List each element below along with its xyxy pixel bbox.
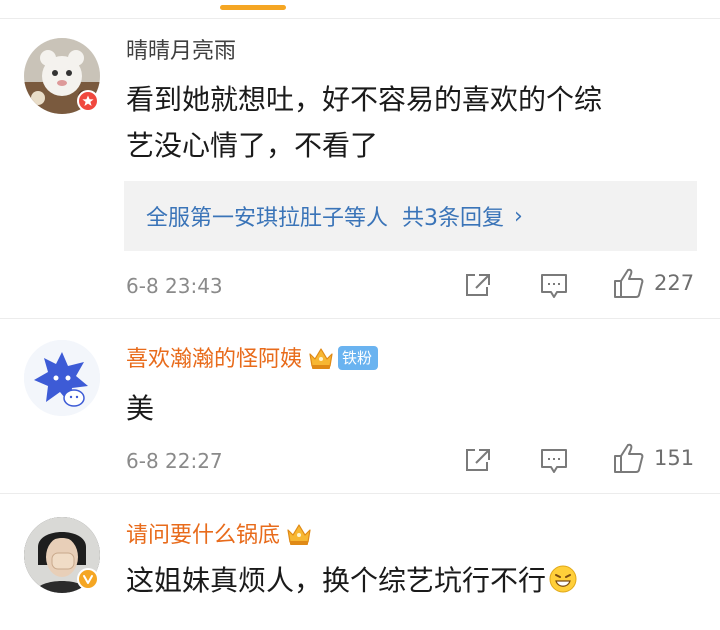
username[interactable]: 请问要什么锅底: [126, 523, 280, 548]
timestamp: 6-8 22:27: [126, 449, 223, 473]
comment-text-line: 美: [126, 392, 155, 425]
username-row: 喜欢瀚瀚的怪阿姨 铁粉: [126, 346, 379, 374]
grin-emoji-icon: [549, 565, 577, 593]
comment-icon: [541, 449, 567, 473]
comment-icon: [541, 274, 567, 298]
avatar[interactable]: [24, 340, 100, 416]
comment-text-line: 这姐妹真烦人，换个综艺坑行不行: [126, 558, 578, 604]
fan-badge-label: 铁粉: [342, 349, 373, 367]
share-button[interactable]: [464, 447, 492, 473]
share-icon: [466, 449, 490, 471]
chevron-right-icon: ›: [514, 203, 523, 229]
comment-text-line: 艺没心情了，不看了: [126, 129, 379, 162]
username-row: 请问要什么锅底: [126, 522, 312, 550]
timestamp: 6-8 23:43: [126, 274, 223, 298]
username[interactable]: 晴晴月亮雨: [126, 38, 236, 66]
share-button[interactable]: [464, 272, 492, 298]
crown-icon: [287, 524, 311, 545]
comment-text-line: 看到她就想吐，好不容易的喜欢的个综: [126, 83, 603, 116]
comment-text: 这姐妹真烦人，换个综艺坑行不行: [126, 564, 547, 597]
reply-count: 共3条回复: [402, 206, 505, 231]
reply-names: 全服第一安琪拉肚子等人: [146, 206, 389, 231]
divider: [0, 493, 720, 494]
comment-button[interactable]: [540, 272, 568, 300]
vip-badge-icon: [77, 90, 99, 112]
view-replies-button[interactable]: 全服第一安琪拉肚子等人 共3条回复 ›: [124, 181, 697, 251]
crown-icon: [309, 348, 333, 369]
fan-badge: 铁粉: [338, 346, 379, 370]
like-icon: [614, 443, 644, 473]
like-count: 227: [654, 271, 695, 295]
share-icon: [466, 274, 490, 296]
tab-indicator: [220, 5, 286, 10]
username[interactable]: 喜欢瀚瀚的怪阿姨: [126, 347, 302, 372]
like-count: 151: [654, 446, 695, 470]
like-button[interactable]: 151: [612, 441, 694, 475]
like-button[interactable]: 227: [612, 266, 694, 300]
comment-button[interactable]: [540, 447, 568, 475]
divider: [0, 18, 720, 19]
verified-icon: [77, 568, 99, 590]
divider: [0, 318, 720, 319]
like-icon: [614, 268, 644, 298]
